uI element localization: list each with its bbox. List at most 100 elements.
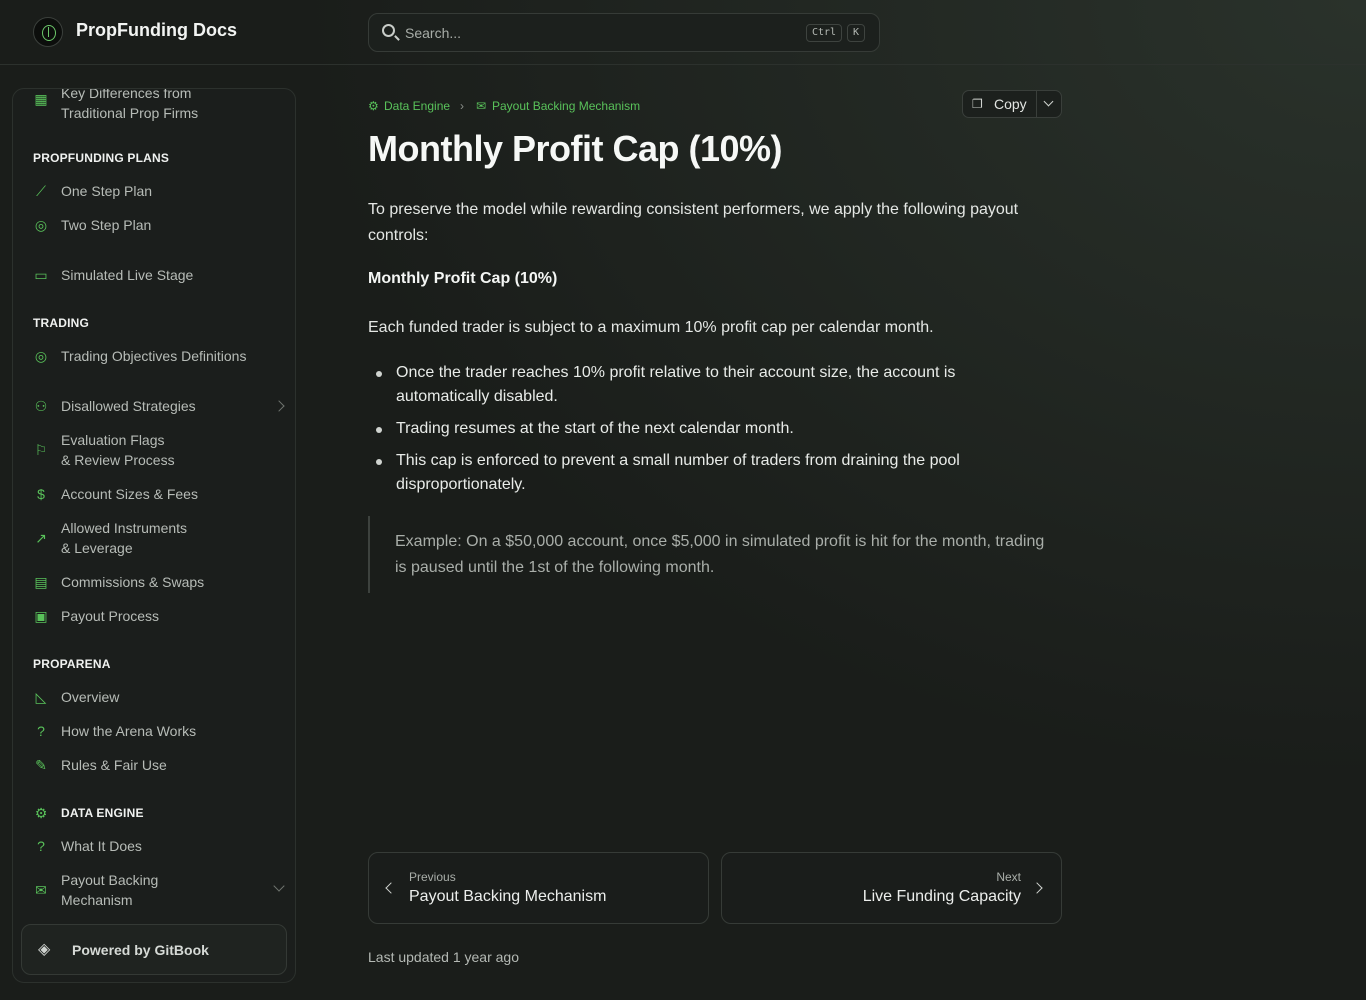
sidebar-item-overview[interactable]: ◺ Overview xyxy=(33,687,283,707)
sidebar-item-payout-backing[interactable]: ✉ Payout Backing Mechanism xyxy=(33,870,285,910)
list-item-text: Once the trader reaches 10% profit relat… xyxy=(396,364,956,405)
bullet-dot xyxy=(376,459,382,465)
mail-open-icon: ✉ xyxy=(476,99,487,113)
shortcut-key-ctrl: Ctrl xyxy=(806,24,843,42)
example-quote: Example: On a $50,000 account, once $5,0… xyxy=(368,516,1048,593)
ruler-icon: ✎ xyxy=(35,757,47,773)
copy-divider xyxy=(1036,91,1037,117)
chevron-right-icon xyxy=(1031,882,1043,894)
sidebar-item-label: Account Sizes & Fees xyxy=(61,486,198,502)
list-item: This cap is enforced to prevent a small … xyxy=(376,449,1036,497)
flag-icon: ⚐ xyxy=(34,442,48,458)
chevron-down-icon[interactable] xyxy=(1043,96,1054,107)
sidebar-item-label: What It Does xyxy=(61,838,142,854)
sidebar-item-label: Simulated Live Stage xyxy=(61,267,194,283)
sidebar-item-label: Disallowed Strategies xyxy=(61,398,196,414)
previous-title: Payout Backing Mechanism xyxy=(409,888,607,905)
chevron-right-icon[interactable] xyxy=(273,400,285,412)
sidebar-item-what-it-does[interactable]: ? What It Does xyxy=(33,836,283,856)
list-item: Once the trader reaches 10% profit relat… xyxy=(376,361,1036,409)
section-proparena: PROPARENA xyxy=(33,657,111,671)
quote-text: Example: On a $50,000 account, once $5,0… xyxy=(395,533,1045,576)
bullet-dot xyxy=(376,371,382,377)
network-icon: ⚇ xyxy=(34,398,48,414)
sidebar-item-how-arena-works[interactable]: ? How the Arena Works xyxy=(33,721,283,741)
sidebar-item-one-step-plan[interactable]: ⟋ One Step Plan xyxy=(33,181,283,201)
sidebar-item-label: Payout Process xyxy=(61,608,160,624)
search-icon xyxy=(382,24,395,37)
safe-icon: ▣ xyxy=(34,608,48,624)
top-header: PropFunding Docs Search... Ctrl K xyxy=(0,0,1366,65)
sidebar-item-payout-process[interactable]: ▣ Payout Process xyxy=(33,606,283,626)
search-input[interactable]: Search... Ctrl K xyxy=(368,13,880,52)
section-subheading: Monthly Profit Cap (10%) xyxy=(368,270,558,287)
mail-open-icon: ✉ xyxy=(35,882,47,898)
sidebar-item-two-step-plan[interactable]: ◎ Two Step Plan xyxy=(33,215,283,235)
search-placeholder: Search... xyxy=(405,25,462,41)
sidebar-item-label: One Step Plan xyxy=(61,183,153,199)
area-chart-icon: ◺ xyxy=(35,689,47,705)
shortcut-key-k: K xyxy=(847,24,866,42)
sidebar: ▦ Key Differences from Traditional Prop … xyxy=(12,88,296,983)
sidebar-item-label: Commissions & Swaps xyxy=(61,574,205,590)
gitbook-icon: ◈ xyxy=(38,941,51,958)
sidebar-item-label: Key Differences from Traditional Prop Fi… xyxy=(61,88,199,121)
copy-button[interactable]: ❐ Copy xyxy=(962,90,1062,118)
breadcrumb-data-engine[interactable]: Data Engine xyxy=(384,99,450,113)
sidebar-item-label: Trading Objectives Definitions xyxy=(61,348,247,364)
previous-page-button[interactable]: Previous Payout Backing Mechanism xyxy=(368,852,709,924)
bullet-dot xyxy=(376,427,382,433)
dollar-icon: $ xyxy=(37,486,45,502)
receipt-icon: ▤ xyxy=(34,574,48,590)
copy-icon: ❐ xyxy=(972,97,983,111)
sidebar-item-label: Two Step Plan xyxy=(61,217,152,233)
question-icon: ? xyxy=(37,723,45,739)
sidebar-item-label: Allowed Instruments & Leverage xyxy=(61,520,188,556)
logo-icon[interactable] xyxy=(33,17,63,47)
sidebar-item-label: Rules & Fair Use xyxy=(61,757,167,773)
sidebar-item-rules-fair-use[interactable]: ✎ Rules & Fair Use xyxy=(33,755,283,775)
breadcrumb-payout-backing[interactable]: Payout Backing Mechanism xyxy=(492,99,640,113)
chevron-left-icon xyxy=(385,882,397,894)
engine-icon: ⚙ xyxy=(368,99,379,113)
copy-label: Copy xyxy=(994,96,1027,112)
sidebar-item-label: Evaluation Flags & Review Process xyxy=(61,432,175,468)
sidebar-item-evaluation-flags[interactable]: ⚐ Evaluation Flags & Review Process xyxy=(33,430,283,470)
sidebar-item-label: Payout Backing Mechanism xyxy=(61,872,159,908)
list-item-text: This cap is enforced to prevent a small … xyxy=(396,452,960,493)
target-icon: ◎ xyxy=(34,217,48,233)
intro-paragraph: To preserve the model while rewarding co… xyxy=(368,201,1019,244)
sidebar-item-account-sizes[interactable]: $ Account Sizes & Fees xyxy=(33,484,283,504)
section-data-engine: DATA ENGINE xyxy=(61,806,144,820)
list-item: Trading resumes at the start of the next… xyxy=(376,417,1036,441)
next-title: Live Funding Capacity xyxy=(862,888,1021,905)
sidebar-item-disallowed-strategies[interactable]: ⚇ Disallowed Strategies xyxy=(33,396,285,416)
question-icon: ? xyxy=(37,838,45,854)
next-label: Next xyxy=(996,870,1021,884)
next-page-button[interactable]: Next Live Funding Capacity xyxy=(721,852,1062,924)
trend-icon: ↗ xyxy=(35,530,47,546)
sidebar-item-label: Overview xyxy=(61,689,120,705)
site-title[interactable]: PropFunding Docs xyxy=(76,20,237,41)
sidebar-item-trading-objectives[interactable]: ◎ Trading Objectives Definitions xyxy=(33,346,283,366)
list-item-text: Trading resumes at the start of the next… xyxy=(396,420,794,437)
body-paragraph: Each funded trader is subject to a maxim… xyxy=(368,319,934,336)
monitor-icon: ▭ xyxy=(34,267,48,283)
sidebar-item-label: How the Arena Works xyxy=(61,723,197,739)
last-updated: Last updated 1 year ago xyxy=(368,949,520,965)
table-icon: ▦ xyxy=(34,91,48,107)
chevron-down-icon[interactable] xyxy=(273,880,285,892)
sidebar-item-allowed-instruments[interactable]: ↗ Allowed Instruments & Leverage xyxy=(33,518,283,558)
powered-by-label: Powered by GitBook xyxy=(72,942,209,958)
target-icon: ◎ xyxy=(34,348,48,364)
section-propfunding-plans: PROPFUNDING PLANS xyxy=(33,151,170,165)
page-title: Monthly Profit Cap (10%) xyxy=(368,128,783,169)
engine-icon: ⚙ xyxy=(34,805,48,821)
sidebar-item-simulated-live-stage[interactable]: ▭ Simulated Live Stage xyxy=(33,265,283,285)
sidebar-item-key-differences[interactable]: ▦ Key Differences from Traditional Prop … xyxy=(33,88,283,123)
section-trading: TRADING xyxy=(33,316,90,330)
previous-label: Previous xyxy=(409,870,456,884)
powered-by-gitbook[interactable]: ◈ Powered by GitBook xyxy=(21,924,287,975)
sidebar-item-commissions-swaps[interactable]: ▤ Commissions & Swaps xyxy=(33,572,283,592)
stairs-icon: ⟋ xyxy=(36,183,46,199)
